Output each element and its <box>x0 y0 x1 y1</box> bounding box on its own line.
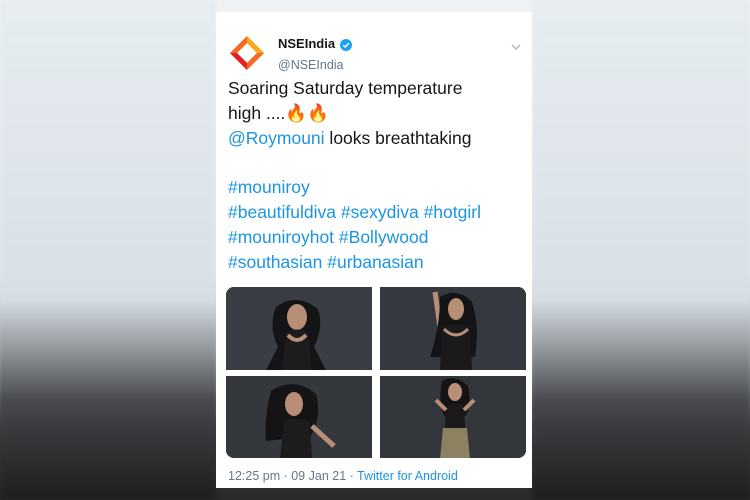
tweet-source-link[interactable]: Twitter for Android <box>357 469 458 483</box>
blurred-background-left <box>0 0 216 500</box>
mention-text: looks breathtaking <box>324 128 472 148</box>
hashtag-link[interactable]: #beautifuldiva <box>228 202 336 222</box>
tweet-date[interactable]: 09 Jan 21 <box>291 469 346 483</box>
hashtag-link[interactable]: #Bollywood <box>339 227 429 247</box>
hashtag-link[interactable]: #mouniroyhot <box>228 227 334 247</box>
tweet-header: NSEIndia @NSEIndia <box>228 26 524 74</box>
tweet-footer: 12:25 pm · 09 Jan 21 · Twitter for Andro… <box>228 469 458 483</box>
chevron-down-icon[interactable] <box>510 40 522 52</box>
author-name[interactable]: NSEIndia <box>278 36 335 51</box>
tweet-time[interactable]: 12:25 pm <box>228 469 280 483</box>
hashtag-link[interactable]: #urbanasian <box>327 252 423 272</box>
tweet-text-line1: Soaring Saturday temperature <box>228 78 463 98</box>
photo-grid <box>226 287 526 458</box>
blurred-background-right <box>532 0 750 500</box>
tweet-photo-2[interactable] <box>380 287 526 370</box>
tweet-text-line2: high .... <box>228 103 286 123</box>
mention-link[interactable]: @Roymouni <box>228 128 325 148</box>
hashtag-link[interactable]: #sexydiva <box>341 202 419 222</box>
fire-emoji-icon: 🔥🔥 <box>285 103 329 123</box>
tweet-text: Soaring Saturday temperature high ....🔥🔥… <box>228 76 528 275</box>
verified-badge-icon <box>340 38 353 51</box>
hashtag-link[interactable]: #hotgirl <box>424 202 481 222</box>
hashtag-link[interactable]: #southasian <box>228 252 322 272</box>
author-handle[interactable]: @NSEIndia <box>278 58 344 72</box>
tweet-photo-3[interactable] <box>226 376 372 458</box>
hashtag-link[interactable]: #mouniroy <box>228 177 310 197</box>
tweet-photo-1[interactable] <box>226 287 372 370</box>
tweet-card: NSEIndia @NSEIndia Soaring Saturday temp… <box>216 12 532 488</box>
separator: · <box>346 469 358 483</box>
tweet-photo-4[interactable] <box>380 376 526 458</box>
separator: · <box>280 469 292 483</box>
nse-logo-icon[interactable] <box>228 34 266 72</box>
